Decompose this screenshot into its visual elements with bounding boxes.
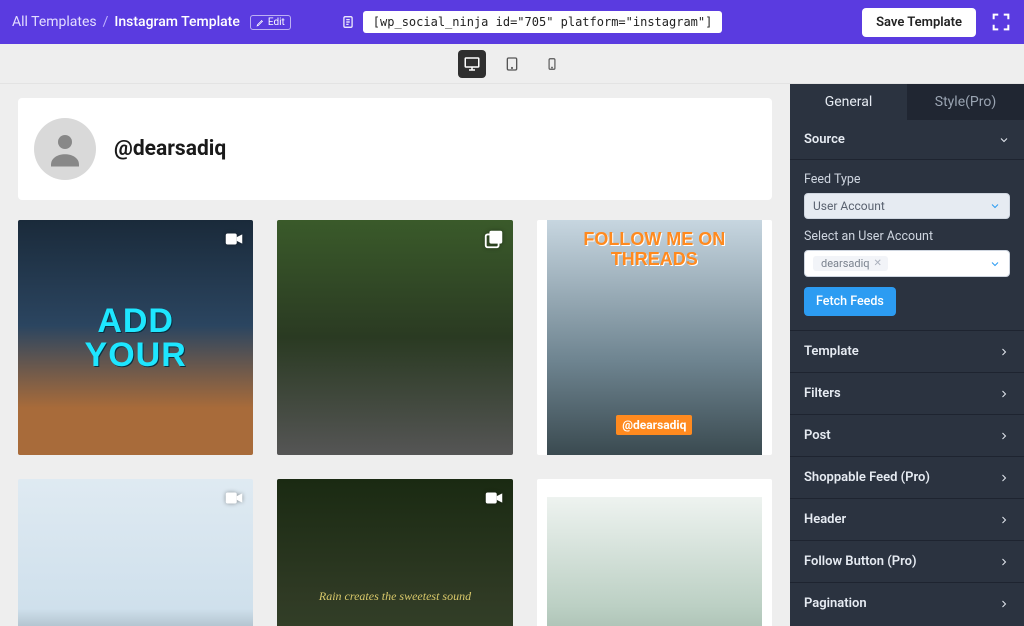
topbar-right: Save Template bbox=[862, 8, 1012, 37]
video-icon bbox=[483, 487, 505, 509]
sidebar-panel: Source Feed Type User Account Select an … bbox=[790, 120, 1024, 626]
chevron-down-icon bbox=[989, 200, 1001, 212]
fullscreen-icon[interactable] bbox=[990, 11, 1012, 33]
shortcode-display[interactable]: [wp_social_ninja id="705" platform="inst… bbox=[363, 11, 723, 33]
profile-header: @dearsadiq bbox=[18, 98, 772, 200]
section-title: Template bbox=[804, 344, 859, 359]
section-title: Header bbox=[804, 512, 846, 527]
device-bar bbox=[0, 44, 1024, 84]
pencil-icon bbox=[256, 18, 265, 27]
chevron-right-icon bbox=[998, 472, 1010, 484]
chevron-right-icon bbox=[998, 556, 1010, 568]
chevron-right-icon bbox=[998, 430, 1010, 442]
section-filters-header[interactable]: Filters bbox=[790, 372, 1024, 414]
feed-tile[interactable]: FOLLOW ME ON THREADS @dearsadiq bbox=[537, 220, 772, 455]
tile-overlay-text: FOLLOW ME ON THREADS bbox=[583, 230, 725, 270]
account-chip[interactable]: dearsadiq ✕ bbox=[813, 256, 888, 271]
main-area: @dearsadiq ADD YOUR FOLLOW ME ON THREADS… bbox=[0, 84, 1024, 626]
section-title: Post bbox=[804, 428, 831, 443]
section-title: Source bbox=[804, 132, 845, 147]
desktop-icon bbox=[463, 55, 481, 73]
tile-overlay-text: ADD YOUR bbox=[85, 304, 187, 372]
tablet-icon bbox=[504, 56, 520, 72]
video-icon bbox=[223, 487, 245, 509]
breadcrumb-root-link[interactable]: All Templates bbox=[12, 14, 97, 30]
section-pagination-header[interactable]: Pagination bbox=[790, 582, 1024, 624]
feed-tile[interactable]: ADD YOUR bbox=[18, 220, 253, 455]
section-template-header[interactable]: Template bbox=[790, 330, 1024, 372]
feed-type-value: User Account bbox=[813, 199, 885, 213]
account-select[interactable]: dearsadiq ✕ bbox=[804, 250, 1010, 277]
feed-tile[interactable] bbox=[18, 479, 253, 626]
section-source-header[interactable]: Source bbox=[790, 120, 1024, 159]
user-icon bbox=[44, 128, 86, 170]
feed-type-select[interactable]: User Account bbox=[804, 193, 1010, 219]
breadcrumb-current: Instagram Template bbox=[114, 14, 239, 30]
feed-tile[interactable] bbox=[537, 479, 772, 626]
chevron-down-icon bbox=[989, 258, 1001, 270]
tab-style[interactable]: Style(Pro) bbox=[907, 84, 1024, 120]
section-title: Follow Button (Pro) bbox=[804, 554, 917, 569]
section-shoppable-header[interactable]: Shoppable Feed (Pro) bbox=[790, 456, 1024, 498]
chevron-right-icon bbox=[998, 514, 1010, 526]
tile-overlay-text: Rain creates the sweetest sound bbox=[319, 589, 471, 604]
feed-tile[interactable] bbox=[277, 220, 512, 455]
tile-tag: @dearsadiq bbox=[616, 415, 692, 435]
mobile-icon bbox=[545, 57, 559, 71]
chevron-right-icon bbox=[998, 388, 1010, 400]
carousel-icon bbox=[483, 228, 505, 250]
shortcode-area: [wp_social_ninja id="705" platform="inst… bbox=[341, 11, 723, 33]
account-value: dearsadiq bbox=[821, 257, 870, 270]
device-tablet-button[interactable] bbox=[498, 50, 526, 78]
account-label: Select an User Account bbox=[804, 229, 1010, 244]
sidebar-tabs: General Style(Pro) bbox=[790, 84, 1024, 120]
avatar bbox=[34, 118, 96, 180]
document-icon bbox=[341, 15, 355, 29]
section-header-header[interactable]: Header bbox=[790, 498, 1024, 540]
breadcrumb: All Templates / Instagram Template Edit bbox=[12, 14, 291, 30]
chevron-right-icon bbox=[998, 598, 1010, 610]
settings-sidebar: General Style(Pro) Source Feed Type User… bbox=[790, 84, 1024, 626]
preview-pane: @dearsadiq ADD YOUR FOLLOW ME ON THREADS… bbox=[0, 84, 790, 626]
chip-remove-icon[interactable]: ✕ bbox=[874, 258, 882, 269]
chevron-right-icon bbox=[998, 346, 1010, 358]
section-follow-header[interactable]: Follow Button (Pro) bbox=[790, 540, 1024, 582]
breadcrumb-separator: / bbox=[103, 14, 109, 30]
device-desktop-button[interactable] bbox=[458, 50, 486, 78]
video-icon bbox=[223, 228, 245, 250]
feed-tile[interactable]: Rain creates the sweetest sound bbox=[277, 479, 512, 626]
save-template-button[interactable]: Save Template bbox=[862, 8, 976, 37]
fetch-feeds-button[interactable]: Fetch Feeds bbox=[804, 287, 896, 316]
edit-badge-label: Edit bbox=[268, 17, 285, 28]
section-title: Shoppable Feed (Pro) bbox=[804, 470, 930, 485]
section-title: Filters bbox=[804, 386, 841, 401]
feed-type-label: Feed Type bbox=[804, 172, 1010, 187]
section-post-header[interactable]: Post bbox=[790, 414, 1024, 456]
profile-username: @dearsadiq bbox=[114, 137, 226, 161]
section-source-body: Feed Type User Account Select an User Ac… bbox=[790, 159, 1024, 330]
chevron-down-icon bbox=[998, 134, 1010, 146]
device-mobile-button[interactable] bbox=[538, 50, 566, 78]
edit-badge[interactable]: Edit bbox=[250, 15, 291, 30]
tab-general[interactable]: General bbox=[790, 84, 907, 120]
section-title: Pagination bbox=[804, 596, 867, 611]
top-bar: All Templates / Instagram Template Edit … bbox=[0, 0, 1024, 44]
feed-grid: ADD YOUR FOLLOW ME ON THREADS @dearsadiq… bbox=[10, 220, 780, 626]
